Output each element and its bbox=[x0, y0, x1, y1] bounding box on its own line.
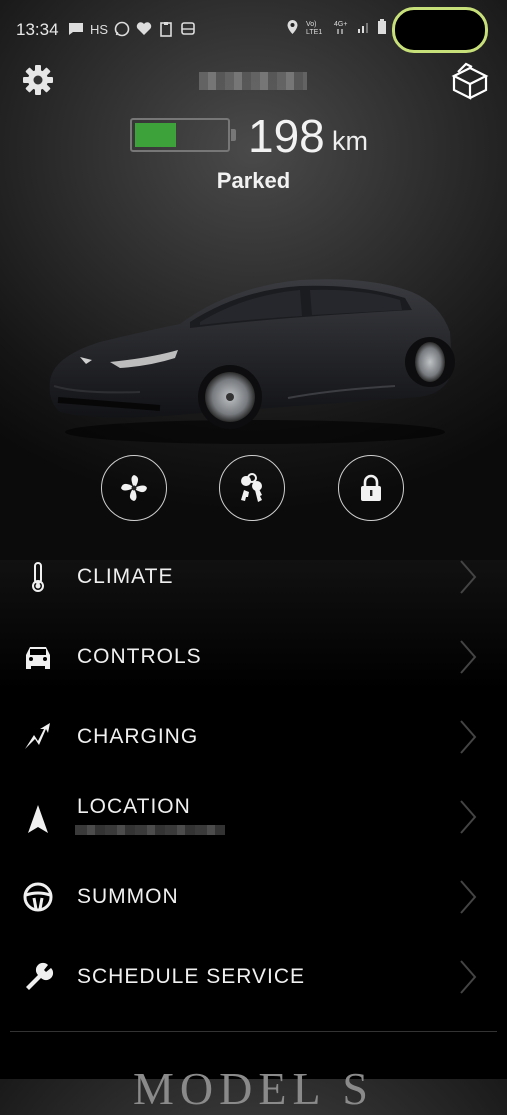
battery-gauge bbox=[130, 118, 236, 152]
menu-item-schedule-service[interactable]: SCHEDULE SERVICE bbox=[0, 937, 507, 1017]
lock-icon bbox=[361, 474, 381, 501]
menu-label-controls: CONTROLS bbox=[77, 645, 202, 668]
clipboard-icon bbox=[160, 22, 172, 37]
menu-item-climate[interactable]: CLIMATE bbox=[0, 537, 507, 617]
signal-icon bbox=[358, 23, 368, 33]
menu-label-summon: SUMMON bbox=[77, 885, 179, 908]
chevron-right-icon bbox=[460, 560, 477, 594]
menu-item-summon[interactable]: SUMMON bbox=[0, 857, 507, 937]
fan-icon bbox=[121, 475, 147, 501]
menu-label-schedule-service: SCHEDULE SERVICE bbox=[77, 965, 306, 988]
navigation-arrow-icon bbox=[28, 805, 48, 833]
battery-fill bbox=[135, 123, 176, 147]
menu-label-charging: CHARGING bbox=[77, 725, 199, 748]
thermometer-icon bbox=[32, 562, 44, 592]
fan-button[interactable] bbox=[101, 455, 167, 521]
steering-wheel-icon bbox=[23, 882, 53, 912]
status-time: 13:34 bbox=[16, 20, 59, 39]
chevron-right-icon bbox=[460, 960, 477, 994]
menu-item-controls[interactable]: CONTROLS bbox=[0, 617, 507, 697]
wrench-icon bbox=[26, 962, 54, 990]
divider bbox=[10, 1031, 497, 1032]
svg-text:LTE1: LTE1 bbox=[306, 29, 322, 36]
car-image bbox=[49, 279, 455, 444]
camera-cutout bbox=[392, 7, 488, 53]
location-pin-icon bbox=[287, 20, 298, 34]
system-icons: Vo) LTE1 4G+ bbox=[286, 18, 387, 36]
chevron-right-icon bbox=[460, 880, 477, 914]
notif-text: HS bbox=[90, 21, 109, 37]
menu-label-location: LOCATION bbox=[77, 795, 191, 818]
keys-button[interactable] bbox=[219, 455, 285, 521]
lightning-icon bbox=[25, 723, 50, 749]
menu-label-climate: CLIMATE bbox=[77, 565, 174, 588]
lock-button[interactable] bbox=[338, 455, 404, 521]
car-front-icon bbox=[26, 647, 50, 669]
status-bar: 13:34 HS Vo) LTE1 4G+ bbox=[0, 0, 507, 60]
range-unit: km bbox=[332, 126, 368, 156]
chevron-right-icon bbox=[460, 800, 477, 834]
bus-icon bbox=[181, 22, 195, 35]
svg-text:4G+: 4G+ bbox=[334, 21, 347, 28]
chevron-right-icon bbox=[460, 640, 477, 674]
software-update-box-icon[interactable] bbox=[450, 60, 490, 102]
svg-text:Vo): Vo) bbox=[306, 21, 317, 28]
settings-gear-icon[interactable] bbox=[22, 64, 54, 96]
message-icon bbox=[69, 23, 83, 35]
menu-item-charging[interactable]: CHARGING bbox=[0, 697, 507, 777]
key-icon bbox=[241, 473, 262, 502]
chevron-right-icon bbox=[460, 720, 477, 754]
vehicle-state: Parked bbox=[216, 168, 291, 193]
range-value: 198 bbox=[248, 110, 325, 162]
notification-icons: HS bbox=[68, 21, 196, 37]
battery-status-icon bbox=[378, 19, 386, 34]
network-4g-icon: 4G+ bbox=[334, 21, 347, 34]
location-address-redacted bbox=[75, 825, 225, 835]
whatsapp-icon bbox=[114, 21, 130, 37]
model-brand-text: MODEL S bbox=[133, 1063, 374, 1114]
vehicle-name-redacted bbox=[199, 72, 307, 90]
heart-icon bbox=[136, 22, 152, 35]
volte-icon: Vo)LTE1 bbox=[306, 21, 322, 36]
menu-item-location[interactable]: LOCATION bbox=[0, 777, 507, 857]
